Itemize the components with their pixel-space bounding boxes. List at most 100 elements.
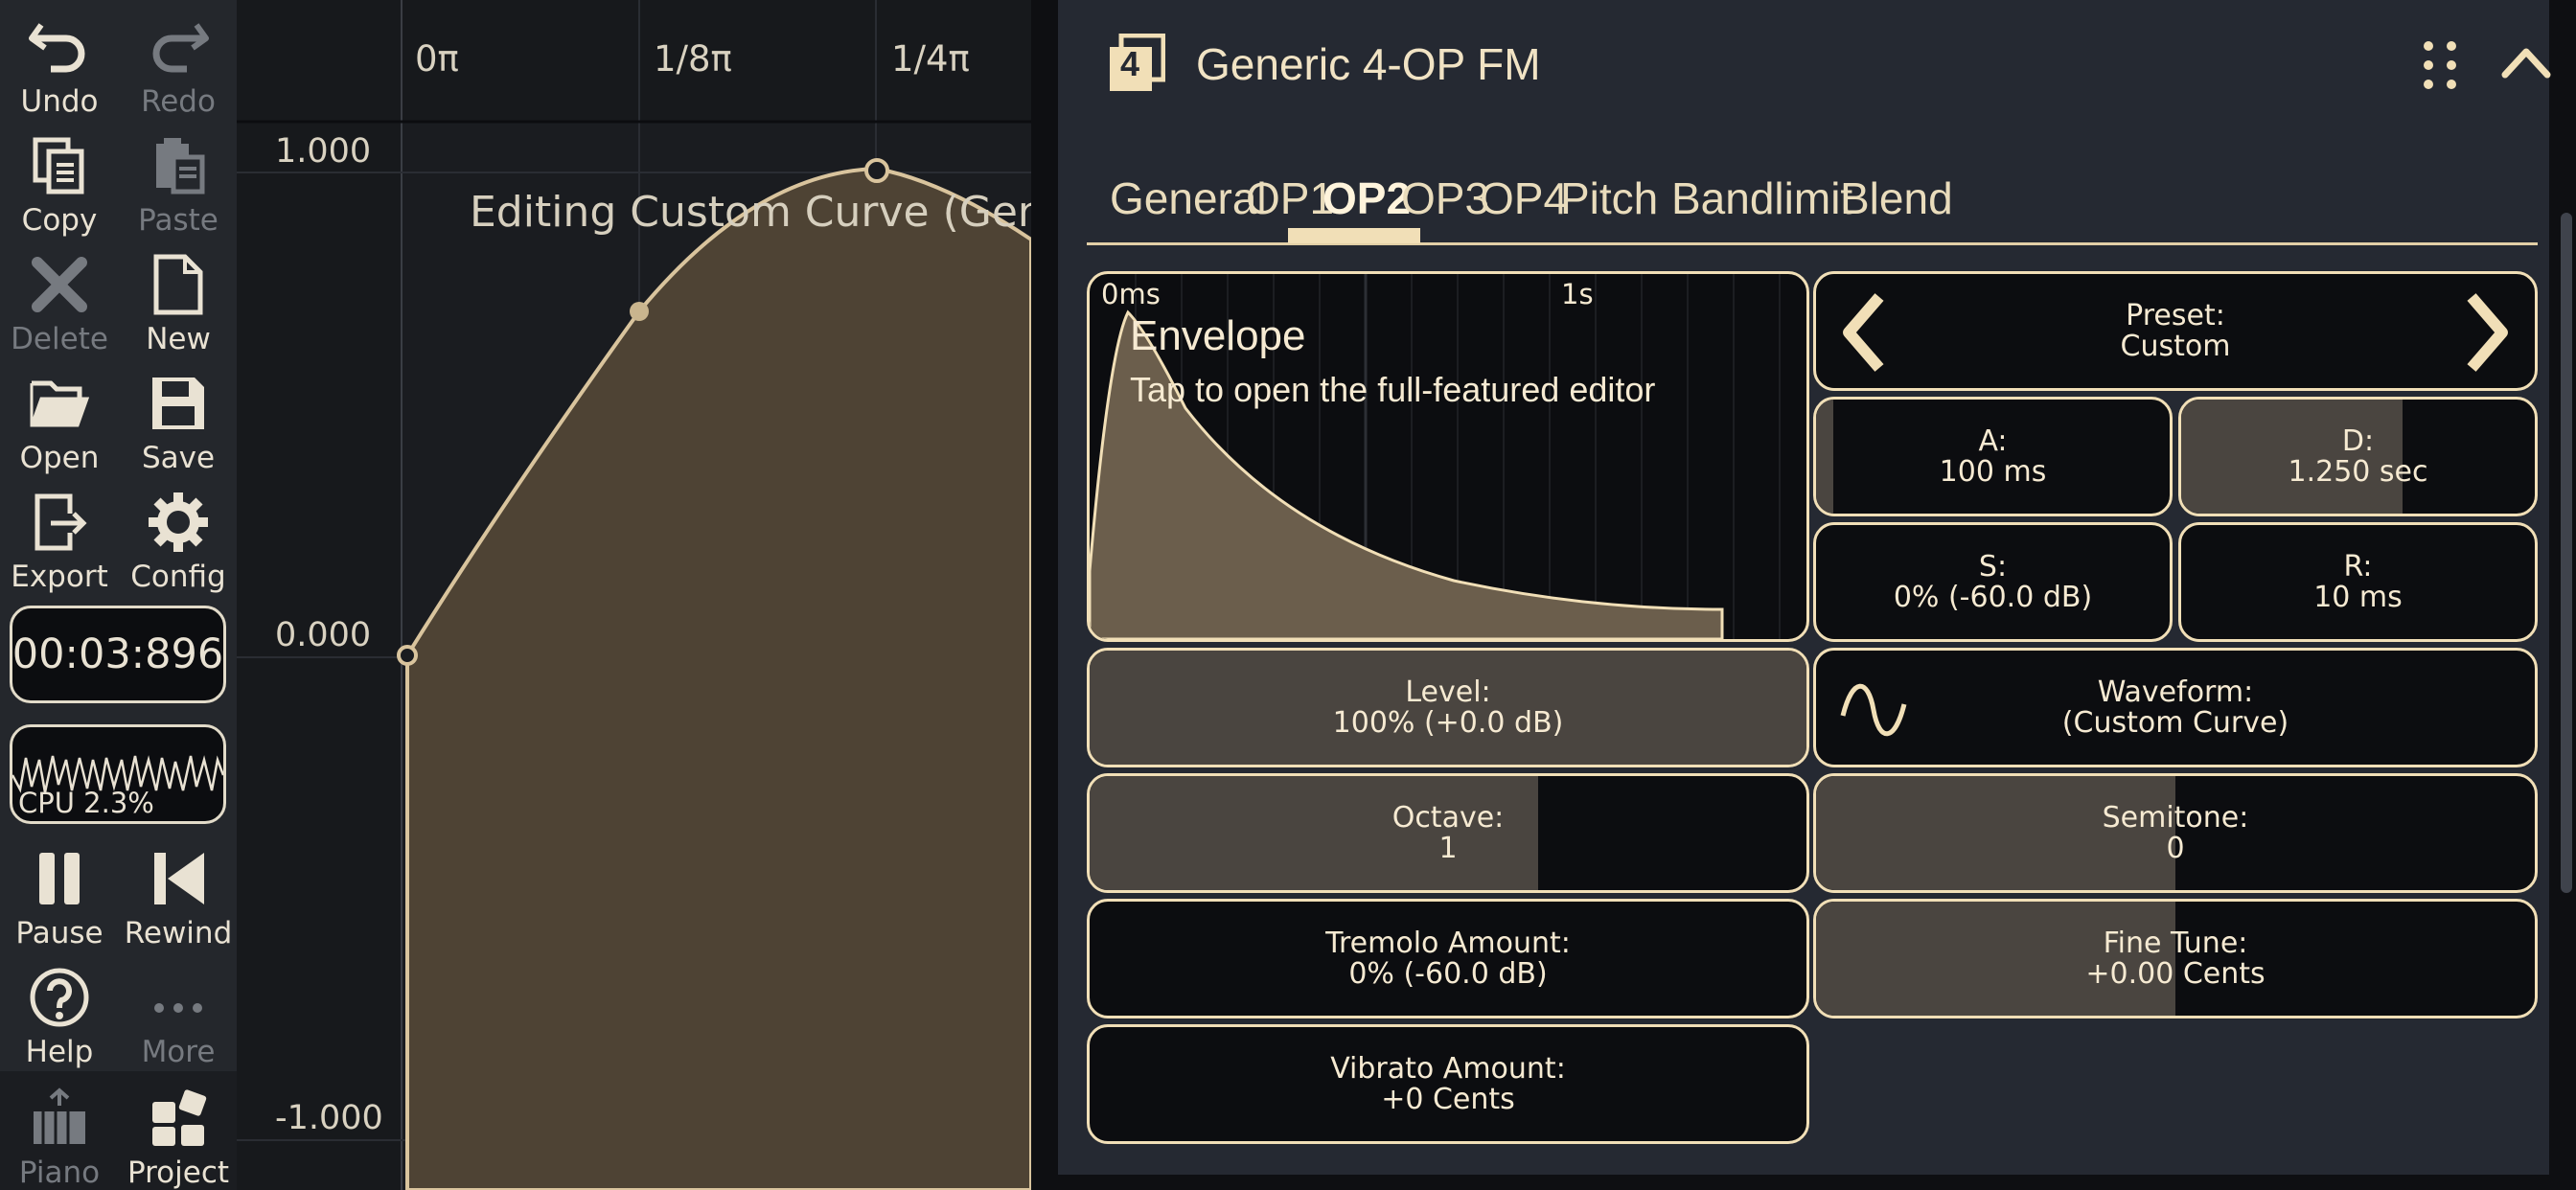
fine-tune-label: Fine Tune: — [2103, 926, 2248, 960]
pause-icon — [39, 853, 80, 904]
piano-icon — [34, 1087, 85, 1144]
vibrato-slider[interactable]: Vibrato Amount: +0 Cents — [1087, 1024, 1809, 1144]
toolbar: Undo Redo Copy Paste Delete New Open Sav… — [0, 0, 237, 1190]
preset-label: Preset: — [2126, 298, 2225, 332]
pause-button[interactable]: Pause — [0, 832, 119, 950]
tremolo-label: Tremolo Amount: — [1325, 926, 1571, 960]
semitone-label: Semitone: — [2102, 800, 2249, 835]
playback-timer: 00:03:896 — [10, 606, 226, 703]
sustain-value: 0% (-60.0 dB) — [1893, 580, 2093, 614]
custom-curve[interactable] — [405, 166, 1031, 1190]
fine-tune-value: +0.00 Cents — [2085, 956, 2266, 991]
copy-icon — [33, 137, 84, 195]
octave-label: Octave: — [1392, 800, 1505, 835]
delete-button[interactable]: Delete — [0, 238, 119, 356]
chevron-left-icon[interactable] — [1835, 289, 1893, 376]
cpu-meter: CPU 2.3% — [10, 724, 226, 824]
more-button[interactable]: More — [119, 950, 238, 1069]
config-button[interactable]: Config — [119, 475, 238, 594]
release-label: R: — [2343, 549, 2373, 584]
piano-label: Piano — [18, 1156, 101, 1190]
gear-icon — [149, 492, 208, 552]
vibrato-value: +0 Cents — [1381, 1082, 1515, 1116]
open-button[interactable]: Open — [0, 356, 119, 475]
paste-button[interactable]: Paste — [119, 119, 238, 238]
semitone-value: 0 — [2166, 831, 2185, 865]
undo-label: Undo — [20, 84, 99, 119]
curve-handle-mid[interactable] — [630, 302, 649, 321]
instrument-title: Generic 4-OP FM — [1196, 39, 1541, 89]
waveform-selector[interactable]: Waveform: (Custom Curve) — [1813, 648, 2538, 767]
curve-editor-title: Editing Custom Curve (Gene — [470, 188, 1031, 237]
attack-label: A: — [1978, 423, 2008, 458]
release-value: 10 ms — [2313, 580, 2403, 614]
tremolo-value: 0% (-60.0 dB) — [1348, 956, 1548, 991]
save-icon — [152, 378, 204, 429]
delete-label: Delete — [11, 322, 108, 356]
undo-button[interactable]: Undo — [0, 0, 119, 119]
export-icon — [34, 493, 87, 551]
curve-handle-peak[interactable] — [864, 158, 889, 183]
level-label: Level: — [1405, 675, 1491, 709]
tremolo-slider[interactable]: Tremolo Amount: 0% (-60.0 dB) — [1087, 899, 1809, 1018]
copy-label: Copy — [21, 203, 98, 238]
chevron-up-icon[interactable] — [2499, 42, 2553, 84]
envelope-tick-mid: 1s — [1561, 278, 1594, 310]
fine-tune-slider[interactable]: Fine Tune: +0.00 Cents — [1813, 899, 2538, 1018]
save-button[interactable]: Save — [119, 356, 238, 475]
folder-open-icon — [30, 380, 90, 427]
new-button[interactable]: New — [119, 238, 238, 356]
delete-icon — [32, 257, 87, 312]
release-slider[interactable]: R: 10 ms — [2178, 522, 2538, 642]
curve-editor[interactable]: 0π 1/8π 1/4π 1.000 0.000 -1.000 Editing … — [237, 0, 1031, 1190]
panel-scrollbar[interactable] — [2561, 213, 2572, 893]
curve-handle-start[interactable] — [397, 645, 418, 666]
new-file-icon — [153, 254, 203, 315]
level-slider[interactable]: Level: 100% (+0.0 dB) — [1087, 648, 1809, 767]
tab-op2[interactable]: OP2 — [1322, 172, 1411, 224]
preset-selector[interactable]: Preset: Custom — [1813, 271, 2538, 391]
tab-op1[interactable]: OP1 — [1246, 172, 1334, 224]
decay-slider[interactable]: D: 1.250 sec — [2178, 397, 2538, 516]
chevron-right-icon[interactable] — [2458, 289, 2516, 376]
panel-body: 4 Generic 4-OP FM General OP1 OP2 OP3 OP… — [1058, 0, 2551, 1175]
tab-blend[interactable]: Blend — [1840, 172, 1953, 224]
open-label: Open — [19, 441, 100, 475]
instrument-badge-number: 4 — [1119, 44, 1140, 83]
cpu-label: CPU 2.3% — [18, 787, 154, 819]
envelope-tick-start: 0ms — [1101, 278, 1161, 310]
attack-slider[interactable]: A: 100 ms — [1813, 397, 2173, 516]
rewind-icon — [154, 853, 204, 904]
drag-handle-icon[interactable] — [2419, 38, 2461, 92]
help-icon — [30, 968, 89, 1027]
tab-op4[interactable]: OP4 — [1480, 172, 1568, 224]
save-label: Save — [141, 441, 216, 475]
envelope-subtitle: Tap to open the full-featured editor — [1130, 370, 1656, 409]
tab-general[interactable]: General — [1110, 172, 1267, 224]
copy-button[interactable]: Copy — [0, 119, 119, 238]
pause-label: Pause — [15, 916, 104, 950]
decay-value: 1.250 sec — [2288, 454, 2428, 489]
semitone-slider[interactable]: Semitone: 0 — [1813, 773, 2538, 893]
new-label: New — [146, 322, 211, 356]
project-tab[interactable]: Project — [119, 1071, 238, 1190]
rewind-button[interactable]: Rewind — [119, 832, 238, 950]
waveform-value: (Custom Curve) — [2061, 705, 2289, 740]
piano-tab[interactable]: Piano — [0, 1071, 119, 1190]
project-label: Project — [126, 1156, 230, 1190]
paste-label: Paste — [138, 203, 218, 238]
redo-button[interactable]: Redo — [119, 0, 238, 119]
export-button[interactable]: Export — [0, 475, 119, 594]
y-tick-min: -1.000 — [275, 1099, 383, 1137]
tab-op3[interactable]: OP3 — [1401, 172, 1489, 224]
tab-pitch[interactable]: Pitch — [1560, 172, 1658, 224]
octave-slider[interactable]: Octave: 1 — [1087, 773, 1809, 893]
tab-bandlimit[interactable]: Bandlimit — [1671, 172, 1852, 224]
x-tick-0: 0π — [415, 38, 459, 80]
project-icon — [152, 1089, 207, 1146]
sustain-slider[interactable]: S: 0% (-60.0 dB) — [1813, 522, 2173, 642]
config-label: Config — [130, 560, 226, 594]
help-button[interactable]: Help — [0, 950, 119, 1069]
x-tick-1: 1/8π — [654, 38, 732, 80]
envelope-preview[interactable]: 0ms 1s Envelope Tap to open the full-fea… — [1087, 271, 1809, 642]
